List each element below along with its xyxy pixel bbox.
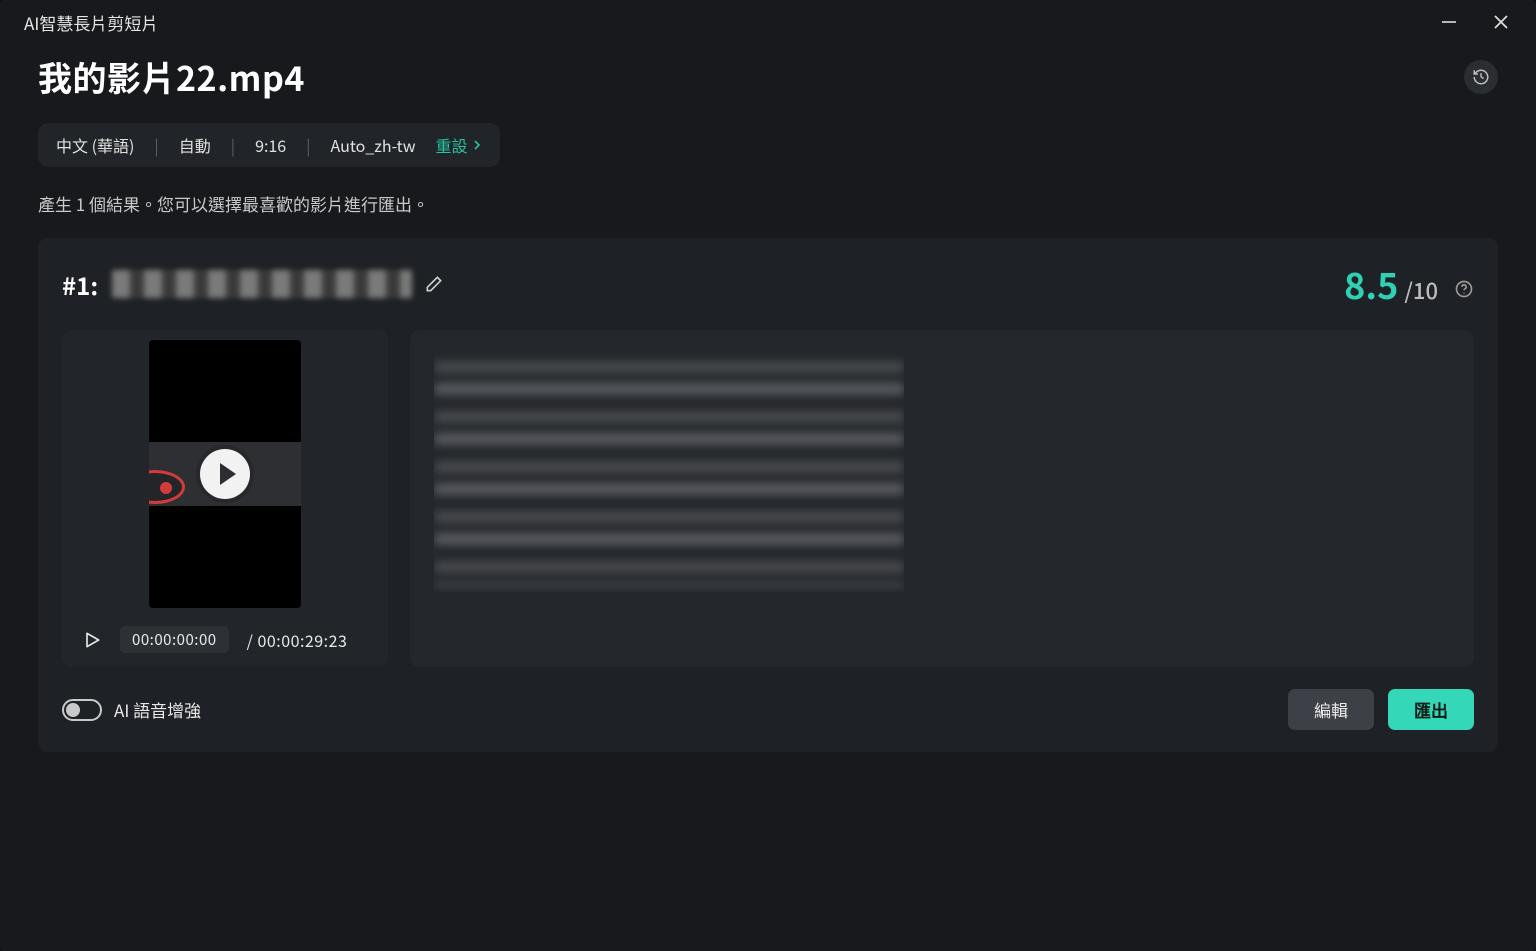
result-head-left: #1: [62, 267, 444, 302]
result-card: #1: 8.5 /10 [38, 238, 1498, 752]
transcript-panel [410, 330, 1474, 667]
play-button[interactable] [82, 630, 102, 650]
transcript-redacted [434, 354, 904, 594]
score: 8.5 /10 [1344, 258, 1474, 310]
score-max: /10 [1404, 274, 1438, 306]
export-button[interactable]: 匯出 [1388, 689, 1474, 730]
chevron-right-icon [472, 140, 482, 150]
reset-label: 重設 [436, 133, 468, 157]
file-title: 我的影片22.mp4 [38, 52, 305, 101]
clip-title-redacted [112, 270, 412, 298]
time-duration: / 00:00:29:23 [247, 628, 348, 652]
play-overlay-button[interactable] [200, 449, 250, 499]
rename-button[interactable] [424, 274, 444, 294]
window-controls [1438, 11, 1526, 33]
meta-mode[interactable]: 自動 [179, 133, 211, 157]
ai-voice-toggle[interactable]: AI 語音增強 [62, 697, 201, 722]
action-buttons: 編輯 匯出 [1288, 689, 1474, 730]
close-button[interactable] [1490, 11, 1512, 33]
time-current[interactable]: 00:00:00:00 [120, 626, 229, 653]
meta-separator: | [231, 133, 235, 157]
meta-bar: 中文 (華語) | 自動 | 9:16 | Auto_zh-tw 重設 [38, 123, 500, 167]
video-thumbnail[interactable] [149, 340, 301, 608]
minimize-icon [1441, 14, 1457, 30]
edit-button[interactable]: 編輯 [1288, 689, 1374, 730]
titlebar: AI智慧長片剪短片 [0, 0, 1536, 44]
score-value: 8.5 [1344, 258, 1398, 310]
meta-separator: | [306, 133, 310, 157]
ai-voice-label: AI 語音增強 [114, 697, 201, 722]
question-circle-icon [1454, 279, 1474, 299]
play-icon [82, 630, 102, 650]
app-window: AI智慧長片剪短片 我的影片22.mp4 中文 (華語) | 自動 | 9:16 [0, 0, 1536, 951]
history-icon [1472, 68, 1490, 86]
reset-link[interactable]: 重設 [436, 133, 482, 157]
history-button[interactable] [1464, 60, 1498, 94]
result-card-foot: AI 語音增強 編輯 匯出 [62, 689, 1474, 730]
preview-panel: 00:00:00:00 / 00:00:29:23 [62, 330, 388, 667]
close-icon [1493, 14, 1509, 30]
minimize-button[interactable] [1438, 11, 1460, 33]
clip-index: #1: [62, 267, 98, 302]
result-card-body: 00:00:00:00 / 00:00:29:23 [62, 330, 1474, 667]
result-card-head: #1: 8.5 /10 [62, 258, 1474, 310]
meta-separator: | [154, 133, 158, 157]
header: 我的影片22.mp4 中文 (華語) | 自動 | 9:16 | Auto_zh… [0, 44, 1536, 216]
toggle-switch[interactable] [62, 699, 102, 721]
window-title: AI智慧長片剪短片 [24, 10, 158, 35]
result-hint: 產生 1 個結果。您可以選擇最喜歡的影片進行匯出。 [38, 191, 1498, 216]
meta-preset[interactable]: Auto_zh-tw [331, 133, 416, 157]
time-row: 00:00:00:00 / 00:00:29:23 [70, 626, 380, 653]
meta-language[interactable]: 中文 (華語) [56, 133, 134, 157]
pencil-icon [424, 274, 444, 294]
meta-duration[interactable]: 9:16 [255, 133, 286, 157]
file-row: 我的影片22.mp4 [38, 52, 1498, 101]
score-info-button[interactable] [1454, 279, 1474, 299]
